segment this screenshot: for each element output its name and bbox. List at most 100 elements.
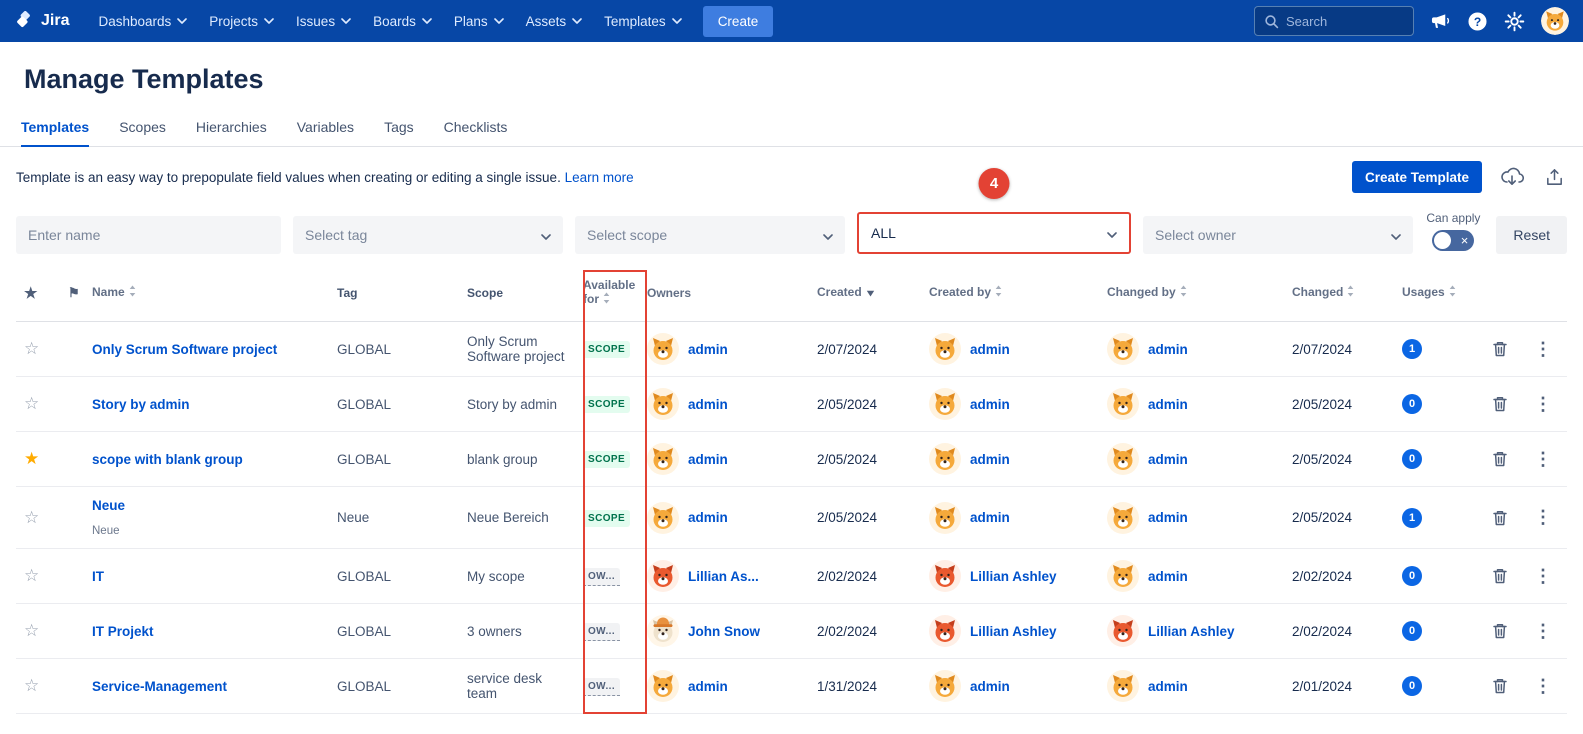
reset-button[interactable]: Reset	[1496, 216, 1567, 254]
name-filter-input[interactable]	[16, 216, 281, 254]
column-header-created[interactable]: Created	[817, 270, 929, 323]
template-name-link[interactable]: Neue	[92, 498, 125, 513]
changed-by-link[interactable]: admin	[1148, 397, 1188, 412]
created-by-link[interactable]: Lillian Ashley	[970, 569, 1057, 584]
created-by-link[interactable]: admin	[970, 452, 1010, 467]
owner-link[interactable]: admin	[688, 397, 728, 412]
owner-link[interactable]: admin	[688, 342, 728, 357]
tab-hierarchies[interactable]: Hierarchies	[196, 119, 267, 146]
created-by-link[interactable]: admin	[970, 342, 1010, 357]
row-menu-button[interactable]: ⋮	[1528, 566, 1558, 586]
nav-item-projects[interactable]: Projects	[198, 7, 285, 36]
delete-template-button[interactable]	[1490, 448, 1510, 470]
tag-filter-select[interactable]: Select tag	[293, 216, 563, 254]
column-header-available_for[interactable]: Available for	[583, 270, 647, 323]
annotation-step-badge: 4	[978, 168, 1010, 199]
tab-scopes[interactable]: Scopes	[119, 119, 166, 146]
nav-item-issues[interactable]: Issues	[285, 7, 362, 36]
favorite-star-toggle[interactable]: ☆	[24, 566, 39, 585]
tag-value: GLOBAL	[337, 376, 467, 433]
create-template-button[interactable]: Create Template	[1351, 161, 1482, 193]
import-cloud-download-icon[interactable]	[1498, 164, 1526, 190]
template-name-link[interactable]: Service-Management	[92, 679, 227, 694]
owner-link[interactable]: admin	[688, 510, 728, 525]
created-by-cell: admin	[929, 333, 1099, 366]
changed-by-link[interactable]: admin	[1148, 510, 1188, 525]
owner-filter-select[interactable]: Select owner	[1143, 216, 1413, 254]
delete-template-button[interactable]	[1490, 620, 1510, 642]
favorite-star-toggle[interactable]: ☆	[24, 394, 39, 413]
tab-tags[interactable]: Tags	[384, 119, 414, 146]
changed-by-link[interactable]: Lillian Ashley	[1148, 624, 1235, 639]
created-by-link[interactable]: admin	[970, 679, 1010, 694]
scope-filter-placeholder: Select scope	[587, 227, 668, 243]
nav-item-label: Boards	[373, 13, 416, 29]
help-icon[interactable]: ?	[1467, 11, 1488, 32]
changed-by-link[interactable]: admin	[1148, 342, 1188, 357]
row-menu-button[interactable]: ⋮	[1528, 676, 1558, 696]
nav-item-assets[interactable]: Assets	[515, 7, 594, 36]
template-name-link[interactable]: IT Projekt	[92, 624, 154, 639]
favorite-star-toggle[interactable]: ★	[24, 449, 39, 468]
column-header-usages[interactable]: Usages	[1402, 270, 1490, 323]
delete-template-button[interactable]	[1490, 675, 1510, 697]
owner-link[interactable]: Lillian As...	[688, 569, 759, 584]
delete-template-button[interactable]	[1490, 507, 1510, 529]
favorite-star-toggle[interactable]: ☆	[24, 676, 39, 695]
template-row: ☆ Neue Neue Neue Neue Bereich SCOPE admin 2/05/…	[16, 486, 1567, 550]
row-menu-button[interactable]: ⋮	[1528, 394, 1558, 414]
favorite-star-toggle[interactable]: ☆	[24, 621, 39, 640]
favorite-star-toggle[interactable]: ☆	[24, 339, 39, 358]
row-menu-button[interactable]: ⋮	[1528, 621, 1558, 641]
chevron-down-icon	[1391, 227, 1401, 243]
delete-template-button[interactable]	[1490, 393, 1510, 415]
nav-item-plans[interactable]: Plans	[443, 7, 515, 36]
template-name-link[interactable]: Story by admin	[92, 397, 190, 412]
learn-more-link[interactable]: Learn more	[565, 170, 634, 185]
row-menu-button[interactable]: ⋮	[1528, 449, 1558, 469]
nav-item-boards[interactable]: Boards	[362, 7, 443, 36]
settings-gear-icon[interactable]	[1504, 11, 1525, 32]
nav-create-button[interactable]: Create	[702, 5, 774, 37]
tab-checklists[interactable]: Checklists	[444, 119, 508, 146]
nav-item-dashboards[interactable]: Dashboards	[87, 7, 198, 36]
created-by-link[interactable]: admin	[970, 510, 1010, 525]
template-name-link[interactable]: Only Scrum Software project	[92, 342, 277, 357]
template-name-link[interactable]: scope with blank group	[92, 452, 243, 467]
export-share-icon[interactable]	[1542, 165, 1567, 190]
feedback-megaphone-icon[interactable]	[1430, 12, 1451, 31]
row-menu-button[interactable]: ⋮	[1528, 507, 1558, 527]
created-by-link[interactable]: admin	[970, 397, 1010, 412]
search-input[interactable]	[1286, 13, 1404, 29]
available-for-filter-select[interactable]: ALL	[859, 214, 1129, 252]
favorite-star-toggle[interactable]: ☆	[24, 508, 39, 527]
row-menu-button[interactable]: ⋮	[1528, 339, 1558, 359]
column-header-changed[interactable]: Changed	[1292, 270, 1402, 323]
can-apply-toggle[interactable]: ×	[1432, 230, 1475, 251]
nav-item-label: Assets	[525, 13, 567, 29]
tab-variables[interactable]: Variables	[297, 119, 354, 146]
scope-value: Neue Bereich	[467, 486, 583, 550]
owner-link[interactable]: admin	[688, 679, 728, 694]
nav-item-templates[interactable]: Templates	[593, 7, 693, 36]
created-by-link[interactable]: Lillian Ashley	[970, 624, 1057, 639]
changed-by-link[interactable]: admin	[1148, 569, 1188, 584]
column-header-name[interactable]: Name	[92, 270, 337, 323]
available-for-filter-value: ALL	[871, 225, 896, 241]
owner-link[interactable]: admin	[688, 452, 728, 467]
user-avatar-button[interactable]	[1541, 7, 1569, 35]
scope-filter-select[interactable]: Select scope	[575, 216, 845, 254]
created-date: 2/05/2024	[817, 376, 929, 433]
column-header-created_by[interactable]: Created by	[929, 270, 1107, 323]
column-label: Usages	[1402, 285, 1445, 299]
jira-logo[interactable]: Jira	[14, 11, 69, 31]
table-body: ☆ Only Scrum Software project GLOBAL Only S…	[16, 321, 1567, 715]
delete-template-button[interactable]	[1490, 338, 1510, 360]
owner-link[interactable]: John Snow	[688, 624, 760, 639]
delete-template-button[interactable]	[1490, 565, 1510, 587]
column-header-changed_by[interactable]: Changed by	[1107, 270, 1292, 323]
changed-by-link[interactable]: admin	[1148, 679, 1188, 694]
template-name-link[interactable]: IT	[92, 569, 104, 584]
changed-by-link[interactable]: admin	[1148, 452, 1188, 467]
tab-templates[interactable]: Templates	[21, 119, 90, 147]
